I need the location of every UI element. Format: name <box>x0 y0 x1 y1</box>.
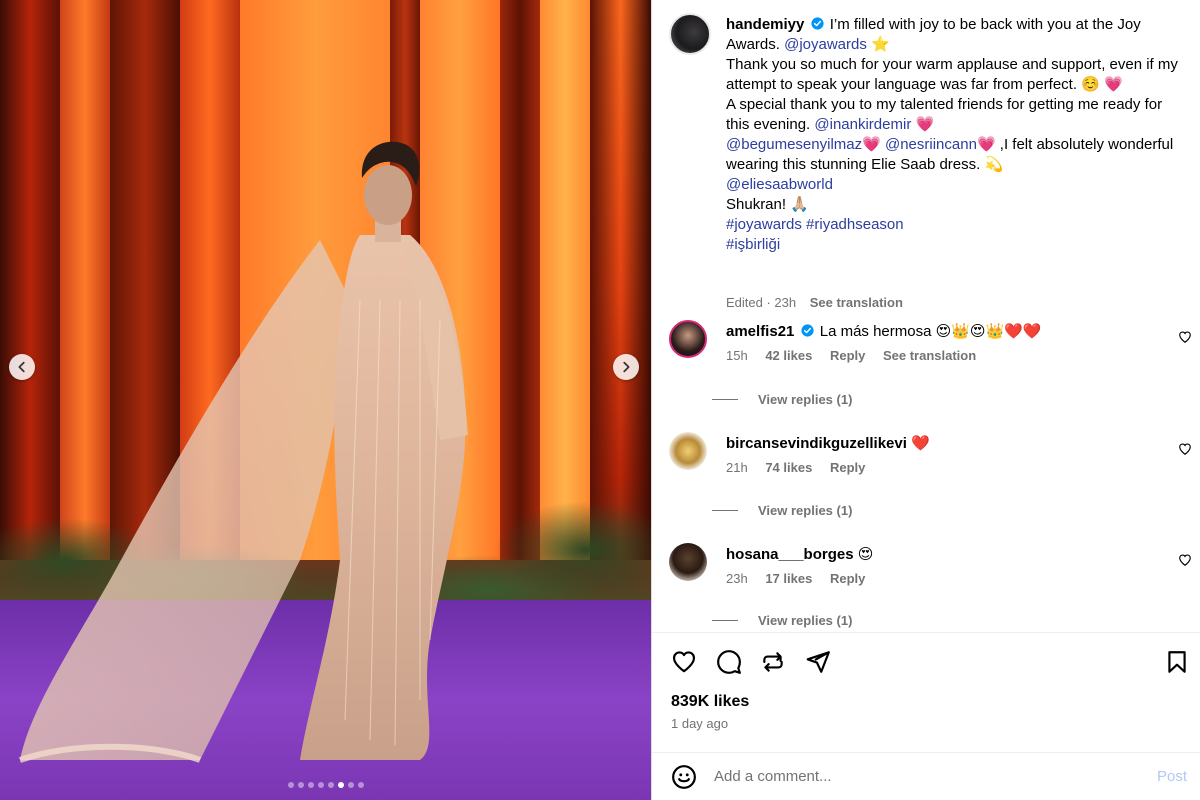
comment-meta: 15h 42 likes Reply See translation <box>726 348 990 363</box>
comment-username[interactable]: amelfis21 <box>726 323 794 340</box>
verified-badge-icon <box>810 17 824 30</box>
post-actions: 839K likes 1 day ago <box>652 632 1200 752</box>
divider-line <box>712 399 738 400</box>
comment-likes[interactable]: 42 likes <box>765 348 812 363</box>
divider-line <box>712 510 738 511</box>
commenter-avatar[interactable] <box>669 432 707 470</box>
view-replies-label: View replies (1) <box>758 503 853 518</box>
emoji-icon[interactable] <box>671 764 697 790</box>
reply-button[interactable]: Reply <box>830 571 865 586</box>
caption-text-3a: A special thank you to my talented frien… <box>726 96 1163 133</box>
mention-nesriincann[interactable]: @nesriincann <box>885 136 977 153</box>
bookmark-icon[interactable] <box>1164 649 1190 675</box>
slide-dot <box>287 782 294 788</box>
caption-shukran: Shukran! 🙏🏼 <box>726 196 809 213</box>
comment-input[interactable] <box>714 765 1114 787</box>
caption-meta: Edited · 23h See translation <box>726 295 903 310</box>
likes-count[interactable]: 839K likes <box>671 693 749 711</box>
reply-button[interactable]: Reply <box>830 348 865 363</box>
like-heart-icon[interactable] <box>671 649 697 675</box>
view-replies-button[interactable]: View replies (1) <box>712 613 852 628</box>
verified-badge-icon <box>800 324 814 337</box>
reply-button[interactable]: Reply <box>830 460 865 475</box>
heart-icon[interactable] <box>1178 553 1192 567</box>
caption-star: ⭐ <box>866 36 890 53</box>
comment-text: ❤️ <box>911 435 930 452</box>
view-replies-label: View replies (1) <box>758 392 853 407</box>
slide-dot <box>317 782 324 788</box>
author-username[interactable]: handemiyy <box>726 16 804 33</box>
mention-inankirdemir[interactable]: @inankirdemir <box>814 116 911 133</box>
divider-line <box>712 620 738 621</box>
previous-slide-button[interactable] <box>9 354 35 380</box>
caption-heart-2: 💗 <box>862 136 885 153</box>
repost-icon[interactable] <box>760 649 786 675</box>
slide-dot <box>357 782 364 788</box>
comment-likes[interactable]: 17 likes <box>765 571 812 586</box>
gown-figure <box>19 141 468 763</box>
comment-time: 15h <box>726 348 748 363</box>
comment-bubble-icon[interactable] <box>716 649 742 675</box>
chevron-right-icon <box>623 361 630 373</box>
comment-meta: 23h 17 likes Reply <box>726 571 879 586</box>
slide-dot <box>307 782 314 788</box>
comment-time: 23h <box>726 571 748 586</box>
caption-heart-1: 💗 <box>911 116 935 133</box>
slide-indicator <box>0 782 651 788</box>
slide-dot <box>297 782 304 788</box>
comment-time: 21h <box>726 460 748 475</box>
chevron-left-icon <box>18 361 25 373</box>
comment-text: 😍 <box>857 546 874 563</box>
slide-dot <box>347 782 354 788</box>
heart-icon[interactable] <box>1178 442 1192 456</box>
comments-scroll-area[interactable]: handemiyy I’m filled with joy to be back… <box>652 0 1200 632</box>
mention-begumesenyilmaz[interactable]: @begumesenyilmaz <box>726 136 862 153</box>
comment-meta: 21h 74 likes Reply <box>726 460 879 475</box>
edited-time: Edited · 23h <box>726 295 797 310</box>
see-translation-link[interactable]: See translation <box>810 295 903 310</box>
post-details-panel: handemiyy I’m filled with joy to be back… <box>651 0 1200 800</box>
post-date: 1 day ago <box>671 716 729 731</box>
slide-dot <box>327 782 334 788</box>
hashtags-line-2[interactable]: #işbirliği <box>726 236 780 253</box>
comment-text: La más hermosa 😍👑😍👑❤️❤️ <box>819 323 1042 340</box>
view-replies-button[interactable]: View replies (1) <box>712 392 852 407</box>
hashtags-line-1[interactable]: #joyawards #riyadhseason <box>726 216 904 233</box>
comment-see-translation[interactable]: See translation <box>883 348 976 363</box>
mention-joyawards[interactable]: @joyawards <box>784 36 867 53</box>
view-replies-button[interactable]: View replies (1) <box>712 503 852 518</box>
comment-username[interactable]: hosana___borges <box>726 546 854 563</box>
slide-dot <box>337 782 344 788</box>
view-replies-label: View replies (1) <box>758 613 853 628</box>
post-comment-button[interactable]: Post <box>1157 768 1187 785</box>
comment-username[interactable]: bircansevindikguzellikevi <box>726 435 907 452</box>
comment-likes[interactable]: 74 likes <box>765 460 812 475</box>
commenter-avatar[interactable] <box>669 320 707 358</box>
heart-icon[interactable] <box>1178 330 1192 344</box>
caption-text-2: Thank you so much for your warm applause… <box>726 56 1178 93</box>
next-slide-button[interactable] <box>613 354 639 380</box>
post-photo[interactable] <box>0 0 651 800</box>
commenter-avatar[interactable] <box>669 543 707 581</box>
add-comment-bar: Post <box>652 752 1200 800</box>
share-send-icon[interactable] <box>805 649 831 675</box>
author-avatar[interactable] <box>669 13 711 55</box>
mention-eliesaabworld[interactable]: @eliesaabworld <box>726 176 833 193</box>
